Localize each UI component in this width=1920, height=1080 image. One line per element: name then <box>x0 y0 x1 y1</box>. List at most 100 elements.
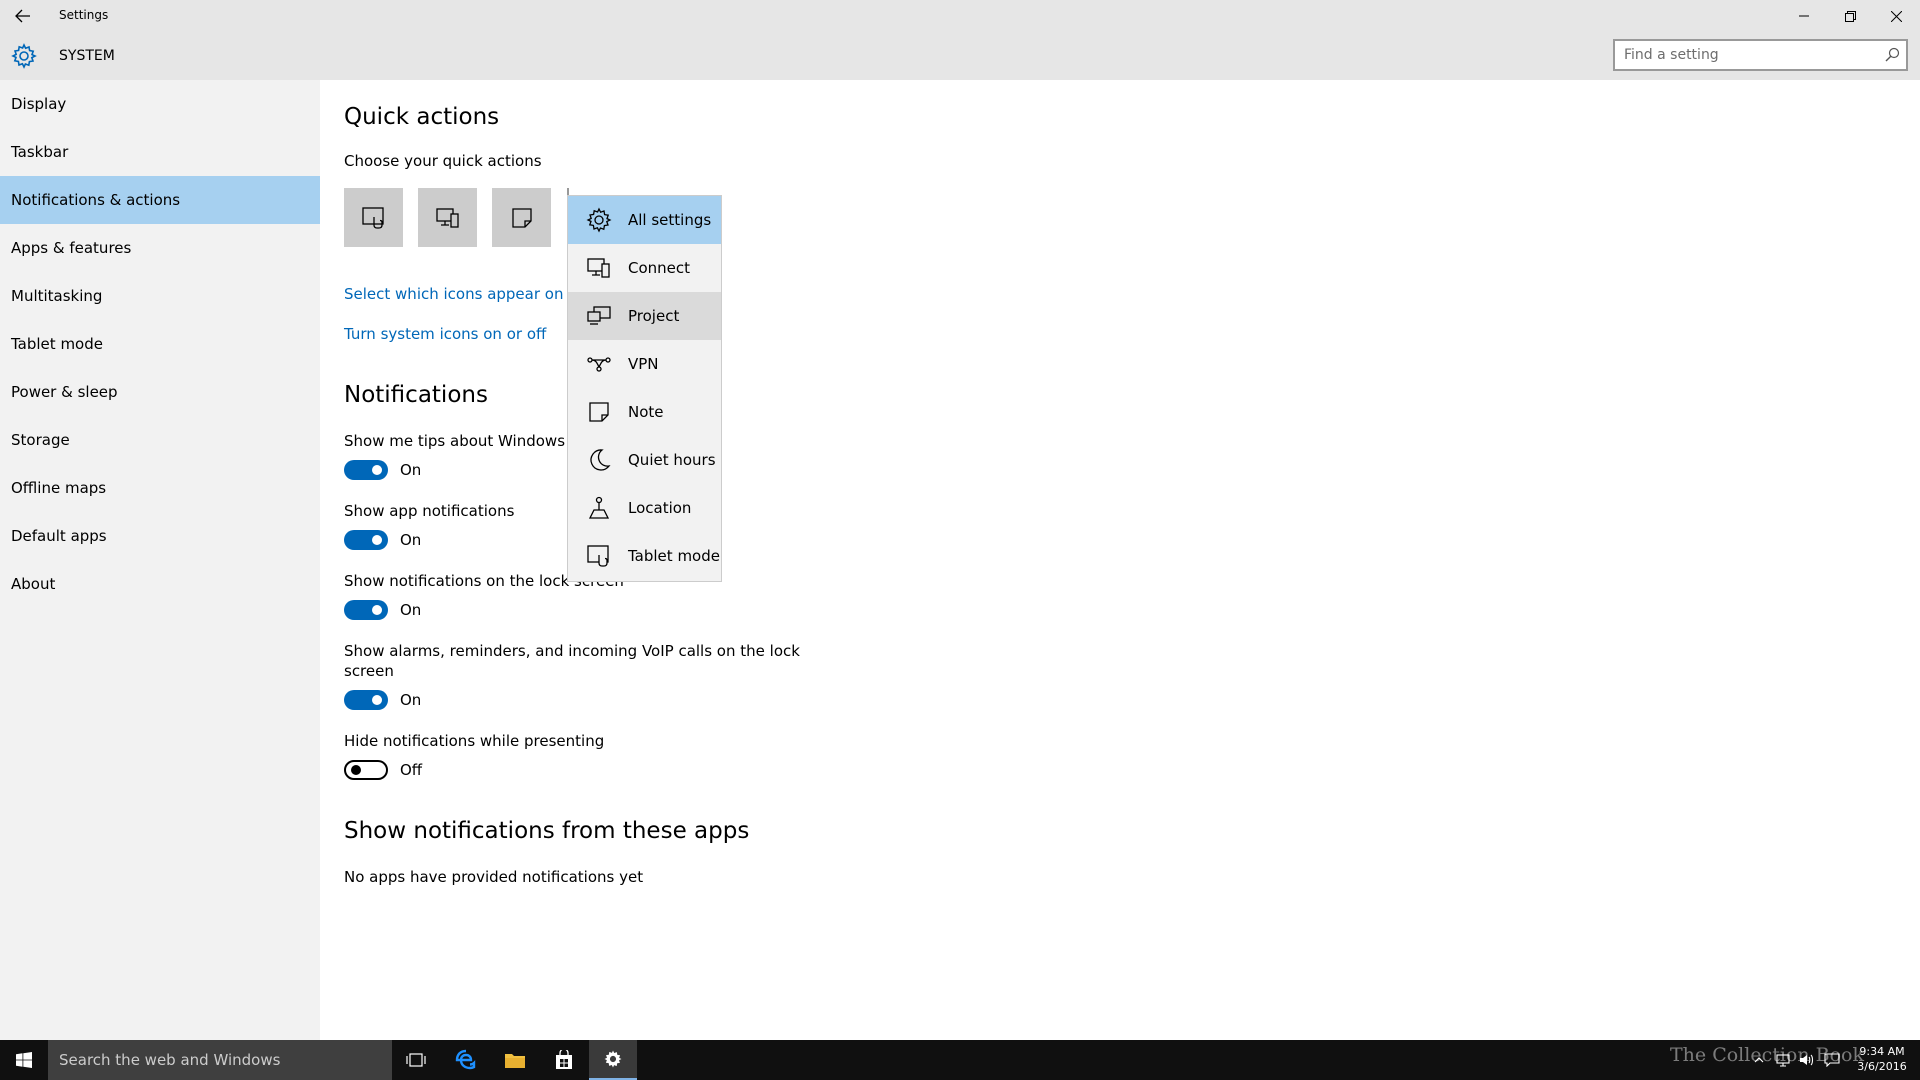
back-button[interactable] <box>0 0 46 32</box>
tips-toggle[interactable] <box>344 460 388 480</box>
sidebar-item-about[interactable]: About <box>0 560 320 608</box>
search-icon <box>1885 47 1900 62</box>
menu-item-project[interactable]: Project <box>568 292 721 340</box>
quick-action-menu: All settings Connect Project VPN Note Qu… <box>567 195 722 582</box>
tablet-mode-icon <box>587 545 609 567</box>
file-explorer-button[interactable] <box>491 1040 539 1080</box>
title-bar: Settings <box>0 0 1920 32</box>
sidebar-item-power-sleep[interactable]: Power & sleep <box>0 368 320 416</box>
restore-icon <box>1844 10 1856 22</box>
alarms-toggle[interactable] <box>344 690 388 710</box>
tips-label: Show me tips about Windows <box>344 432 566 450</box>
lock-screen-state: On <box>400 601 422 619</box>
sidebar-item-apps-features[interactable]: Apps & features <box>0 224 320 272</box>
presenting-label: Hide notifications while presenting <box>344 732 605 750</box>
minimize-button[interactable] <box>1781 0 1827 32</box>
taskbar: Search the web and Windows The Collectio… <box>0 1040 1920 1080</box>
no-apps-text: No apps have provided notifications yet <box>344 868 644 886</box>
vpn-icon <box>587 357 611 372</box>
tips-state: On <box>400 461 422 479</box>
sidebar-item-offline-maps[interactable]: Offline maps <box>0 464 320 512</box>
sidebar-item-taskbar[interactable]: Taskbar <box>0 128 320 176</box>
menu-item-tablet-mode[interactable]: Tablet mode <box>568 532 721 580</box>
action-center-icon <box>1824 1053 1840 1067</box>
sidebar-item-default-apps[interactable]: Default apps <box>0 512 320 560</box>
app-notifications-toggle[interactable] <box>344 530 388 550</box>
close-button[interactable] <box>1873 0 1919 32</box>
quick-action-tile-note[interactable] <box>492 188 551 247</box>
quick-actions-subheading: Choose your quick actions <box>344 152 542 170</box>
gear-icon <box>604 1050 622 1068</box>
select-icons-link[interactable]: Select which icons appear on the <box>344 285 593 303</box>
folder-icon <box>505 1054 525 1068</box>
alarms-state: On <box>400 691 422 709</box>
note-icon <box>511 207 532 228</box>
start-button[interactable] <box>0 1040 48 1080</box>
tray-overflow-button[interactable] <box>1748 1040 1770 1080</box>
system-icons-link[interactable]: Turn system icons on or off <box>344 325 546 343</box>
clock-time: 9:34 AM <box>1859 1045 1905 1058</box>
task-view-icon <box>406 1053 426 1067</box>
app-notifications-label: Show app notifications <box>344 502 515 520</box>
store-button[interactable] <box>540 1040 588 1080</box>
project-icon <box>587 306 611 325</box>
menu-item-location[interactable]: Location <box>568 484 721 532</box>
network-icon <box>1776 1054 1790 1067</box>
app-notifications-state: On <box>400 531 422 549</box>
notifications-heading: Notifications <box>344 382 488 408</box>
connect-icon <box>587 258 610 278</box>
note-icon <box>589 402 609 422</box>
settings-taskbar-button[interactable] <box>589 1040 637 1080</box>
menu-item-connect[interactable]: Connect <box>568 244 721 292</box>
quick-actions-heading: Quick actions <box>344 104 500 130</box>
location-icon <box>588 496 610 519</box>
find-setting-search[interactable] <box>1613 39 1908 71</box>
clock[interactable]: 9:34 AM 3/6/2016 <box>1852 1044 1912 1074</box>
quick-action-tile-tablet-mode[interactable] <box>344 188 403 247</box>
taskbar-search-placeholder: Search the web and Windows <box>59 1051 281 1069</box>
menu-item-vpn[interactable]: VPN <box>568 340 721 388</box>
menu-item-quiet-hours[interactable]: Quiet hours <box>568 436 721 484</box>
back-arrow-icon <box>15 9 30 23</box>
gear-icon <box>586 207 612 233</box>
sidebar-item-display[interactable]: Display <box>0 80 320 128</box>
task-view-button[interactable] <box>392 1040 440 1080</box>
action-center-button[interactable] <box>1820 1040 1844 1080</box>
sidebar: Display Taskbar Notifications & actions … <box>0 80 320 1040</box>
window-title: Settings <box>59 8 109 22</box>
main-content: Quick actions Choose your quick actions … <box>320 80 1920 1040</box>
edge-button[interactable] <box>442 1040 490 1080</box>
taskbar-search-box[interactable]: Search the web and Windows <box>48 1040 392 1080</box>
presenting-toggle[interactable] <box>344 760 388 780</box>
volume-button[interactable] <box>1796 1040 1818 1080</box>
page-header: SYSTEM <box>0 32 1920 80</box>
sidebar-item-multitasking[interactable]: Multitasking <box>0 272 320 320</box>
network-button[interactable] <box>1772 1040 1794 1080</box>
moon-icon <box>590 449 611 471</box>
sidebar-item-tablet-mode[interactable]: Tablet mode <box>0 320 320 368</box>
lock-screen-toggle[interactable] <box>344 600 388 620</box>
quick-action-tile-connect[interactable] <box>418 188 477 247</box>
edge-icon <box>455 1049 476 1070</box>
windows-logo-icon <box>16 1052 32 1068</box>
page-title: SYSTEM <box>59 48 115 64</box>
tablet-mode-icon <box>361 206 384 229</box>
close-icon <box>1890 10 1902 22</box>
search-input[interactable] <box>1615 41 1865 69</box>
gear-icon <box>11 43 37 69</box>
restore-button[interactable] <box>1827 0 1873 32</box>
chevron-up-icon <box>1754 1057 1764 1063</box>
connect-icon <box>435 207 459 228</box>
store-icon <box>556 1050 572 1069</box>
clock-date: 3/6/2016 <box>1857 1060 1907 1073</box>
sidebar-item-notifications-actions[interactable]: Notifications & actions <box>0 176 320 224</box>
sidebar-item-storage[interactable]: Storage <box>0 416 320 464</box>
alarms-label-line1: Show alarms, reminders, and incoming VoI… <box>344 642 800 660</box>
presenting-state: Off <box>400 761 423 779</box>
volume-icon <box>1800 1054 1814 1066</box>
minimize-icon <box>1799 15 1809 17</box>
apps-notifications-heading: Show notifications from these apps <box>344 818 750 844</box>
alarms-label-line2: screen <box>344 662 394 680</box>
menu-item-all-settings[interactable]: All settings <box>568 196 721 244</box>
menu-item-note[interactable]: Note <box>568 388 721 436</box>
